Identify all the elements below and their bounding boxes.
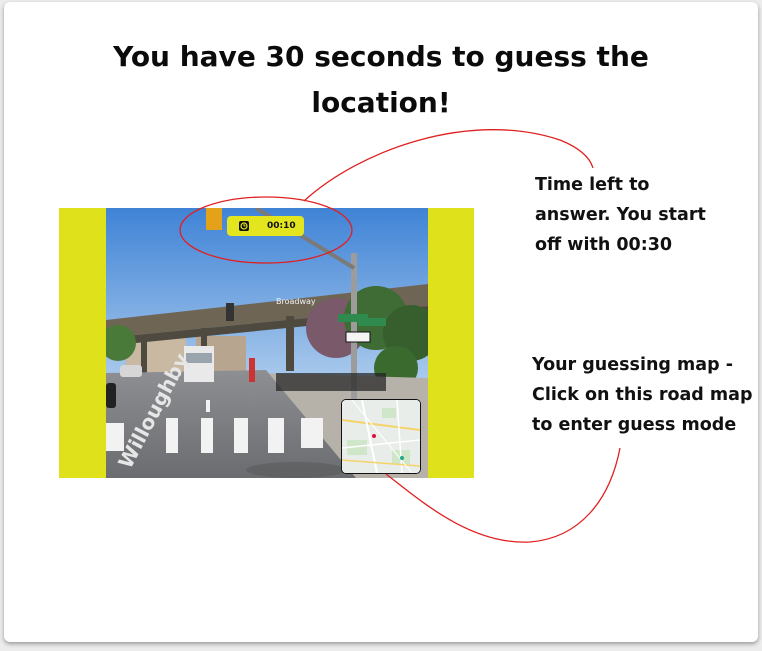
timer-display: 00:10 [227, 216, 304, 236]
clock-icon [239, 221, 249, 231]
road-map-image [342, 400, 420, 473]
map-annotation: Your guessing map - Click on this road m… [532, 355, 753, 435]
timer-value: 00:10 [267, 221, 296, 231]
game-screen: Willoughby Broadway 00:10 [59, 208, 474, 478]
guess-map-thumbnail[interactable] [341, 399, 421, 474]
street-sign-text: Broadway [276, 297, 316, 306]
page-title: You have 30 seconds to guess the locatio… [113, 40, 649, 119]
timer-annotation: Time left to answer. You start off with … [535, 175, 706, 255]
